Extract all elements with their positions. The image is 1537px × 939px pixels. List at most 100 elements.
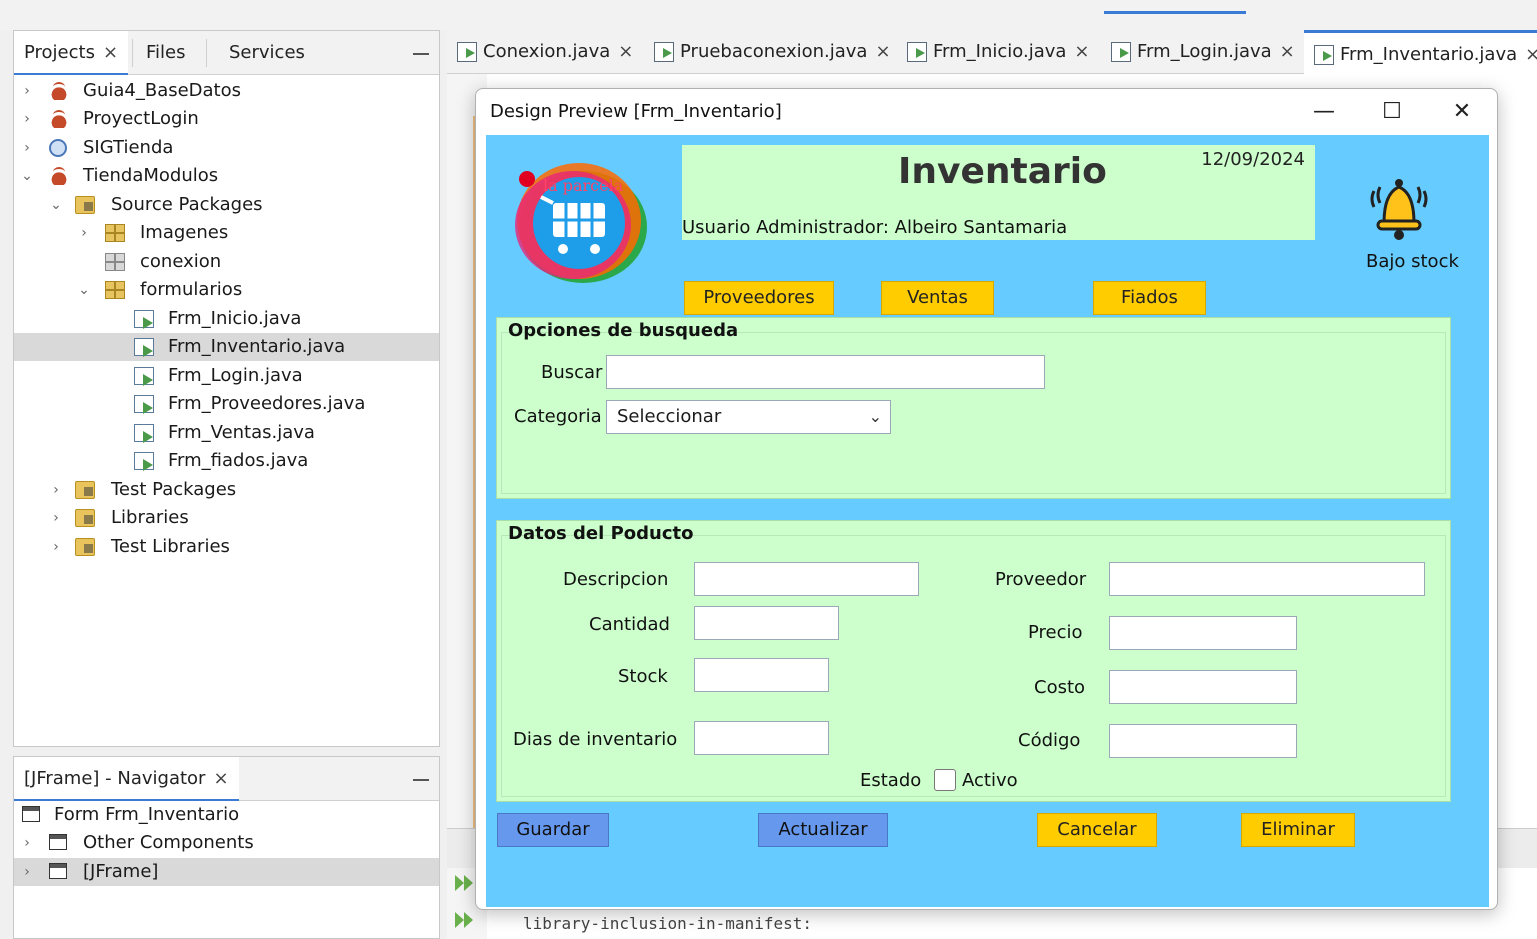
guardar-button[interactable]: Guardar bbox=[497, 813, 609, 847]
date-label: 12/09/2024 bbox=[1201, 149, 1305, 170]
form-file-icon bbox=[907, 42, 927, 62]
tree-item-file[interactable]: Frm_Ventas.java bbox=[14, 419, 439, 447]
chevron-right-icon[interactable]: › bbox=[49, 533, 63, 561]
codigo-input[interactable] bbox=[1109, 724, 1297, 758]
stock-input[interactable] bbox=[694, 658, 829, 692]
tab-label: Pruebaconexion.java bbox=[680, 41, 868, 62]
tab-label: Conexion.java bbox=[483, 41, 611, 62]
close-icon[interactable]: × bbox=[875, 41, 890, 62]
tab-files[interactable]: Files bbox=[136, 31, 196, 75]
page-title: Inventario bbox=[898, 151, 1107, 192]
proveedores-button[interactable]: Proveedores bbox=[684, 281, 834, 315]
close-icon[interactable]: × bbox=[1074, 41, 1089, 62]
tree-item-libraries[interactable]: › Libraries bbox=[14, 504, 439, 532]
nav-item-form[interactable]: Form Frm_Inventario bbox=[14, 801, 439, 829]
tab-projects[interactable]: Projects × bbox=[14, 31, 129, 75]
form-icon bbox=[22, 806, 40, 822]
tree-item-file-selected[interactable]: Frm_Inventario.java bbox=[14, 333, 439, 361]
chevron-right-icon[interactable]: › bbox=[20, 77, 34, 105]
window-minimize-button[interactable]: — bbox=[1304, 97, 1344, 127]
proveedor-input[interactable] bbox=[1109, 562, 1425, 596]
java-project-icon bbox=[49, 110, 69, 128]
nav-item-other-components[interactable]: › Other Components bbox=[14, 829, 439, 857]
form-content: la parcela Inventario 12/09/2024 Usuario… bbox=[486, 135, 1489, 907]
jframe-icon bbox=[49, 863, 67, 879]
tree-item-project[interactable]: › ProyectLogin bbox=[14, 105, 439, 133]
tree-item-package[interactable]: ⌄ formularios bbox=[14, 276, 439, 304]
descripcion-input[interactable] bbox=[694, 562, 919, 596]
tree-item-file[interactable]: Frm_Login.java bbox=[14, 362, 439, 390]
tab-navigator[interactable]: [JFrame] - Navigator × bbox=[14, 757, 239, 801]
eliminar-button[interactable]: Eliminar bbox=[1241, 813, 1355, 847]
categoria-select[interactable]: Seleccionar ⌄ bbox=[606, 400, 891, 434]
buscar-input[interactable] bbox=[606, 355, 1045, 389]
tree-item-project[interactable]: ⌄ TiendaModulos bbox=[14, 162, 439, 190]
chevron-right-icon[interactable]: › bbox=[77, 219, 91, 247]
rerun-icon[interactable] bbox=[455, 910, 477, 930]
header-panel: Inventario 12/09/2024 Usuario Administra… bbox=[682, 145, 1315, 240]
package-icon bbox=[105, 281, 125, 299]
tree-item-label: Test Libraries bbox=[111, 536, 230, 557]
chevron-right-icon[interactable]: › bbox=[20, 858, 34, 886]
chevron-down-icon[interactable]: ⌄ bbox=[77, 276, 91, 304]
chevron-right-icon[interactable]: › bbox=[49, 476, 63, 504]
close-icon[interactable]: × bbox=[618, 41, 633, 62]
form-file-icon bbox=[134, 310, 154, 329]
window-maximize-button[interactable]: ☐ bbox=[1372, 97, 1412, 127]
close-icon[interactable]: × bbox=[213, 768, 228, 789]
costo-input[interactable] bbox=[1109, 670, 1297, 704]
nav-item-label: Form Frm_Inventario bbox=[54, 804, 240, 825]
tree-item-test-packages[interactable]: › Test Packages bbox=[14, 476, 439, 504]
rerun-icon[interactable] bbox=[455, 873, 477, 893]
tab-frm-inventario-java[interactable]: Frm_Inventario.java × bbox=[1304, 30, 1537, 74]
tree-item-file[interactable]: Frm_Inicio.java bbox=[14, 305, 439, 333]
tab-frm-login-java[interactable]: Frm_Login.java × bbox=[1101, 30, 1301, 74]
tree-item-test-libraries[interactable]: › Test Libraries bbox=[14, 533, 439, 561]
bell-icon[interactable] bbox=[1366, 173, 1432, 243]
cantidad-input[interactable] bbox=[694, 606, 839, 640]
tree-item-file[interactable]: Frm_fiados.java bbox=[14, 447, 439, 475]
activo-checkbox[interactable] bbox=[934, 769, 956, 791]
precio-label: Precio bbox=[1028, 622, 1083, 643]
chevron-down-icon[interactable]: ⌄ bbox=[20, 162, 34, 190]
minimize-icon[interactable] bbox=[413, 769, 429, 781]
cancelar-button[interactable]: Cancelar bbox=[1037, 813, 1157, 847]
group-title: Opciones de busqueda bbox=[508, 320, 739, 341]
tab-conexion-java[interactable]: Conexion.java × bbox=[447, 30, 642, 74]
close-icon[interactable]: × bbox=[103, 42, 118, 63]
java-file-icon bbox=[457, 42, 477, 62]
ventas-button[interactable]: Ventas bbox=[881, 281, 994, 315]
precio-input[interactable] bbox=[1109, 616, 1297, 650]
tree-item-project[interactable]: › Guia4_BaseDatos bbox=[14, 77, 439, 105]
fiados-button[interactable]: Fiados bbox=[1093, 281, 1206, 315]
tree-item-package[interactable]: conexion bbox=[14, 248, 439, 276]
chevron-down-icon[interactable]: ⌄ bbox=[49, 191, 63, 219]
tab-pruebaconexion-java[interactable]: Pruebaconexion.java × bbox=[644, 30, 894, 74]
tree-item-project[interactable]: › SIGTienda bbox=[14, 134, 439, 162]
tab-separator bbox=[206, 39, 207, 67]
tab-frm-inicio-java[interactable]: Frm_Inicio.java × bbox=[897, 30, 1097, 74]
minimize-icon[interactable] bbox=[413, 43, 429, 55]
tab-services[interactable]: Services bbox=[219, 31, 315, 75]
actualizar-button[interactable]: Actualizar bbox=[758, 813, 888, 847]
activo-label: Activo bbox=[962, 770, 1018, 791]
tree-item-package[interactable]: › Imagenes bbox=[14, 219, 439, 247]
chevron-right-icon[interactable]: › bbox=[20, 829, 34, 857]
tree-item-label: Source Packages bbox=[111, 194, 263, 215]
close-icon[interactable]: × bbox=[1525, 44, 1537, 65]
editor-tabbar: Conexion.java × Pruebaconexion.java × Frm_… bbox=[447, 30, 1537, 74]
chevron-right-icon[interactable]: › bbox=[20, 105, 34, 133]
nav-item-label: Other Components bbox=[83, 832, 254, 853]
tree-item-source-packages[interactable]: ⌄ Source Packages bbox=[14, 191, 439, 219]
tree-item-file[interactable]: Frm_Proveedores.java bbox=[14, 390, 439, 418]
java-project-icon bbox=[49, 167, 69, 185]
window-close-button[interactable]: ✕ bbox=[1442, 97, 1482, 127]
chevron-right-icon[interactable]: › bbox=[49, 504, 63, 532]
chevron-right-icon[interactable]: › bbox=[20, 134, 34, 162]
java-file-icon bbox=[654, 42, 674, 62]
dias-inventario-input[interactable] bbox=[694, 721, 829, 755]
costo-label: Costo bbox=[1034, 677, 1086, 698]
close-icon[interactable]: × bbox=[1280, 41, 1295, 62]
nav-item-jframe[interactable]: › [JFrame] bbox=[14, 858, 439, 886]
estado-label: Estado bbox=[860, 770, 922, 791]
